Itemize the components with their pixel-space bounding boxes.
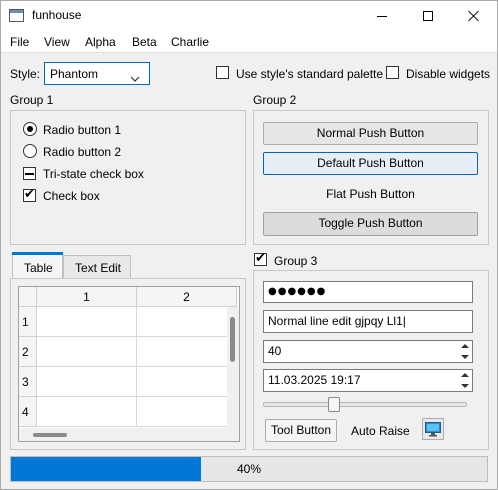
toggle-push-button[interactable]: Toggle Push Button xyxy=(263,212,478,236)
app-window-icon xyxy=(9,9,24,22)
datetime-value: 11.03.2025 19:17 xyxy=(268,373,361,387)
chevron-up-icon xyxy=(461,344,469,349)
horizontal-slider[interactable] xyxy=(263,397,467,413)
tab-active-indicator xyxy=(12,252,63,255)
menu-alpha[interactable]: Alpha xyxy=(85,35,116,49)
password-field[interactable]: ●●●●●● xyxy=(263,281,473,303)
auto-raise-label: Auto Raise xyxy=(351,424,410,438)
minimize-button[interactable] xyxy=(359,1,405,31)
datetime-buttons xyxy=(458,370,472,391)
radio-button-2-label: Radio button 2 xyxy=(43,145,122,159)
tristate-checkbox-label: Tri-state check box xyxy=(43,167,144,181)
horizontal-scrollbar-thumb[interactable] xyxy=(33,433,67,437)
check-box-label: Check box xyxy=(43,189,100,203)
close-button[interactable] xyxy=(451,1,497,31)
spin-box[interactable]: 40 xyxy=(263,340,473,363)
slider-groove xyxy=(263,402,467,407)
table-cell[interactable] xyxy=(37,367,137,397)
table-cell[interactable] xyxy=(137,337,237,367)
table-cell[interactable] xyxy=(37,337,137,367)
tristate-checkbox[interactable] xyxy=(23,167,36,180)
table-cell[interactable] xyxy=(37,397,137,427)
monitor-icon xyxy=(425,421,441,436)
disable-widgets-checkbox[interactable] xyxy=(386,66,399,79)
style-label: Style: xyxy=(10,67,41,81)
style-combobox-value: Phantom xyxy=(50,67,99,81)
table-cell[interactable] xyxy=(137,397,237,427)
flat-push-button[interactable]: Flat Push Button xyxy=(263,187,478,201)
table-row-header[interactable]: 4 xyxy=(19,397,37,427)
tab-text-edit[interactable]: Text Edit xyxy=(63,255,131,279)
table-cell[interactable] xyxy=(137,307,237,337)
spin-down-button[interactable] xyxy=(458,352,472,363)
chevron-down-icon xyxy=(130,71,140,85)
maximize-button[interactable] xyxy=(405,1,451,31)
maximize-icon xyxy=(423,11,433,21)
table-row-header[interactable]: 2 xyxy=(19,337,37,367)
normal-line-edit[interactable]: Normal line edit gjpqy Ll1| xyxy=(263,310,473,333)
minimize-icon xyxy=(377,15,387,17)
radio-button-1[interactable] xyxy=(23,122,37,136)
normal-push-button[interactable]: Normal Push Button xyxy=(263,122,478,145)
tool-button[interactable]: Tool Button xyxy=(265,419,337,442)
default-push-button[interactable]: Default Push Button xyxy=(263,152,478,175)
group3-title: Group 3 xyxy=(274,254,318,268)
title-bar: funhouse xyxy=(1,1,497,31)
radio-button-1-label: Radio button 1 xyxy=(43,123,122,137)
radio-button-2[interactable] xyxy=(23,144,37,158)
table-corner-cell xyxy=(19,287,37,307)
menu-view[interactable]: View xyxy=(44,35,70,49)
standard-palette-label: Use style's standard palette xyxy=(236,67,384,81)
progress-bar: 40% xyxy=(10,456,488,482)
data-table[interactable]: 1 2 1 2 3 4 xyxy=(18,286,240,442)
menu-file[interactable]: File xyxy=(10,35,29,49)
menu-bar: File View Alpha Beta Charlie xyxy=(1,31,497,53)
table-row-header[interactable]: 1 xyxy=(19,307,37,337)
style-combobox[interactable]: Phantom xyxy=(44,62,150,85)
group1-title: Group 1 xyxy=(10,93,54,107)
close-icon xyxy=(468,10,480,22)
spin-box-buttons xyxy=(458,341,472,362)
datetime-edit[interactable]: 11.03.2025 19:17 xyxy=(263,369,473,392)
menu-beta[interactable]: Beta xyxy=(132,35,157,49)
table-row-header[interactable]: 3 xyxy=(19,367,37,397)
main-window: funhouse File View Alpha Beta Charlie St… xyxy=(0,0,498,490)
chevron-down-icon xyxy=(461,354,469,359)
table-cell[interactable] xyxy=(37,307,137,337)
datetime-up-button[interactable] xyxy=(458,370,472,381)
standard-palette-checkbox[interactable] xyxy=(216,66,229,79)
disable-widgets-label: Disable widgets xyxy=(406,67,491,81)
check-box[interactable] xyxy=(23,187,36,202)
spin-box-value: 40 xyxy=(268,344,282,358)
chevron-up-icon xyxy=(461,373,469,378)
vertical-scrollbar[interactable] xyxy=(227,307,239,428)
table-column-header[interactable]: 2 xyxy=(137,287,237,307)
horizontal-scrollbar[interactable] xyxy=(19,428,239,441)
datetime-down-button[interactable] xyxy=(458,381,472,392)
chevron-down-icon xyxy=(461,383,469,388)
menu-charlie[interactable]: Charlie xyxy=(171,35,209,49)
spin-up-button[interactable] xyxy=(458,341,472,352)
vertical-scrollbar-thumb[interactable] xyxy=(230,317,235,362)
table-column-header[interactable]: 1 xyxy=(37,287,137,307)
table-cell[interactable] xyxy=(137,367,237,397)
tab-table-label: Table xyxy=(24,261,53,275)
group2-title: Group 2 xyxy=(253,93,297,107)
auto-raise-tool-button[interactable] xyxy=(422,418,444,440)
tab-table[interactable]: Table xyxy=(12,252,63,279)
progress-text: 40% xyxy=(236,462,262,476)
window-title: funhouse xyxy=(32,8,82,22)
tab-text-edit-label: Text Edit xyxy=(75,261,122,275)
group3-checkbox[interactable] xyxy=(254,251,267,266)
slider-handle[interactable] xyxy=(328,397,340,412)
